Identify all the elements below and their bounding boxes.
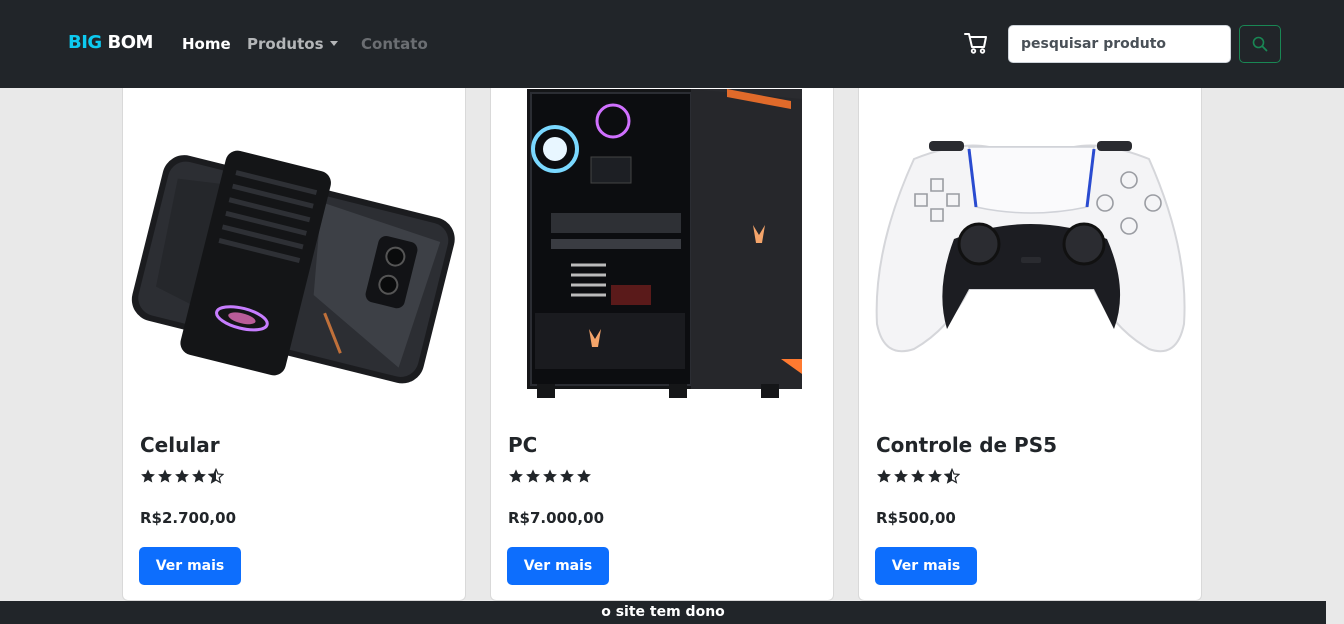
- rating-stars: [508, 468, 592, 484]
- product-price: R$500,00: [876, 509, 956, 527]
- product-image-pc: [527, 89, 802, 398]
- star-full-icon: [526, 469, 540, 483]
- ver-mais-button[interactable]: Ver mais: [139, 547, 241, 585]
- nav-produtos-dropdown[interactable]: Produtos: [247, 35, 338, 53]
- chevron-down-icon: [329, 41, 338, 46]
- product-image-controller: [875, 141, 1186, 353]
- product-image-phone: [131, 150, 455, 384]
- nav-produtos-label: Produtos: [247, 35, 324, 53]
- product-title: Celular: [140, 433, 220, 457]
- search-icon: [1252, 36, 1268, 52]
- star-full-icon: [911, 469, 925, 483]
- rating-stars: [140, 468, 224, 484]
- star-full-icon: [192, 469, 206, 483]
- product-card: Controle de PS5 R$500,00 Ver mais: [858, 60, 1202, 601]
- star-full-icon: [877, 469, 891, 483]
- product-price: R$7.000,00: [508, 509, 605, 527]
- brand-part-bom: BOM: [107, 32, 153, 53]
- rating-stars: [876, 468, 960, 484]
- star-full-icon: [928, 469, 942, 483]
- nav-contato[interactable]: Contato: [361, 35, 428, 53]
- star-full-icon: [894, 469, 908, 483]
- product-title: Controle de PS5: [876, 433, 1058, 457]
- star-half-icon: [208, 468, 224, 484]
- ver-mais-button[interactable]: Ver mais: [875, 547, 977, 585]
- product-card: Celular R$2.700,00 Ver mais: [122, 60, 466, 601]
- star-full-icon: [175, 469, 189, 483]
- nav-home[interactable]: Home: [182, 35, 231, 53]
- navbar: BIG BOM Home Produtos Contato: [0, 0, 1344, 88]
- cart-icon[interactable]: [964, 32, 988, 54]
- star-full-icon: [543, 469, 557, 483]
- ver-mais-button[interactable]: Ver mais: [507, 547, 609, 585]
- star-full-icon: [158, 469, 172, 483]
- brand-part-big: BIG: [68, 32, 102, 53]
- star-full-icon: [141, 469, 155, 483]
- search-button[interactable]: [1239, 25, 1281, 63]
- star-full-icon: [560, 469, 574, 483]
- star-full-icon: [509, 469, 523, 483]
- brand-logo[interactable]: BIG BOM: [68, 32, 153, 53]
- product-price: R$2.700,00: [140, 509, 237, 527]
- footer: o site tem dono: [0, 601, 1326, 624]
- product-card: PC R$7.000,00 Ver mais: [490, 60, 834, 601]
- star-full-icon: [577, 469, 591, 483]
- star-half-icon: [944, 468, 960, 484]
- search-input[interactable]: [1008, 25, 1231, 63]
- product-title: PC: [508, 433, 538, 457]
